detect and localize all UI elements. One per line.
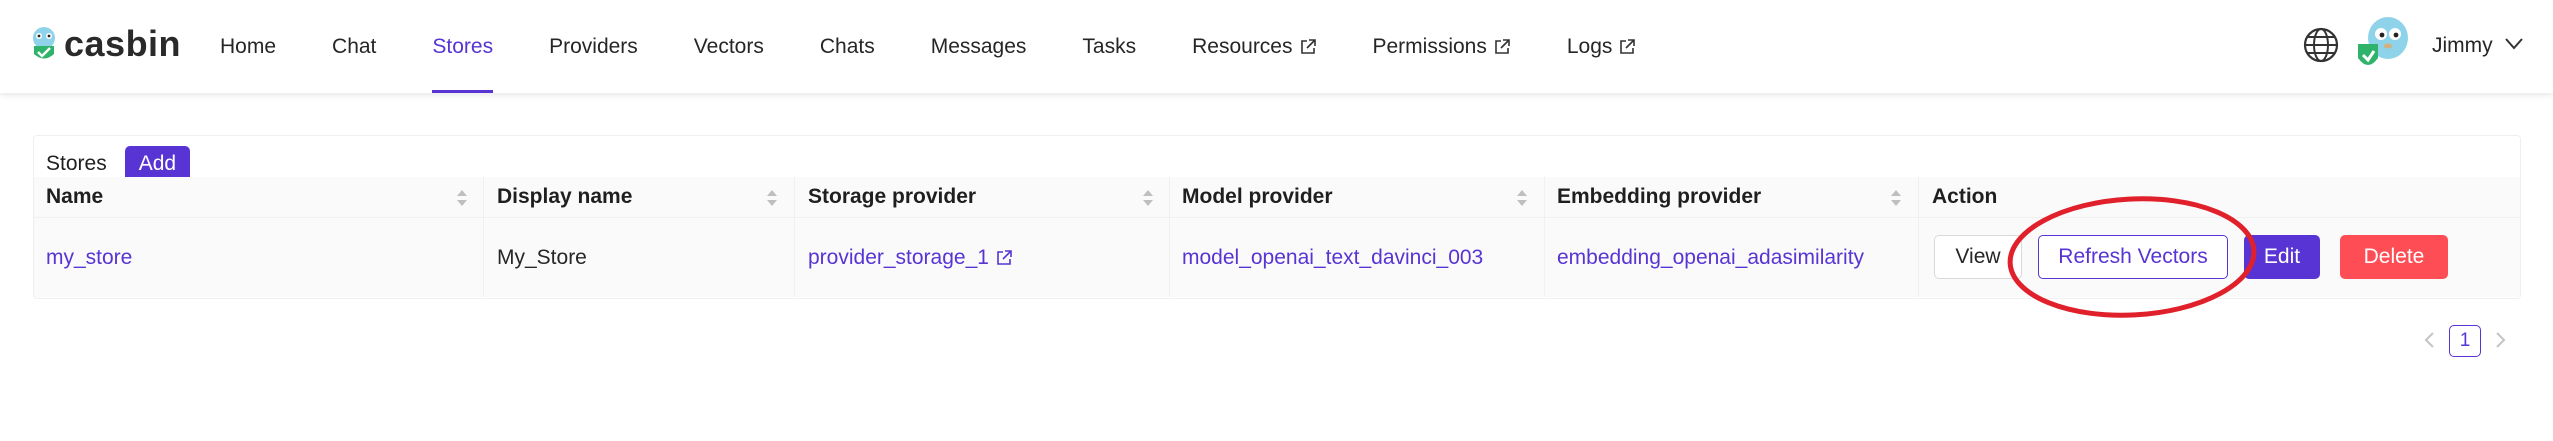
- delete-button[interactable]: Delete: [2340, 235, 2448, 279]
- external-link-icon: [997, 249, 1012, 265]
- casbin-logo-icon: [33, 27, 55, 59]
- column-divider: [483, 177, 484, 217]
- top-header: casbin Home Chat Stores Providers Vector…: [0, 0, 2553, 93]
- col-header-model-provider[interactable]: Model provider: [1182, 177, 1333, 217]
- pagination-page-1[interactable]: 1: [2449, 325, 2481, 357]
- chevron-left-icon[interactable]: [2422, 330, 2438, 350]
- storage-provider-label: provider_storage_1: [808, 245, 989, 269]
- nav-permissions-label: Permissions: [1372, 34, 1487, 58]
- main-nav: Home Chat Stores Providers Vectors Chats…: [220, 0, 1692, 93]
- nav-vectors-label: Vectors: [693, 34, 764, 58]
- nav-chats-label: Chats: [819, 34, 875, 58]
- globe-icon[interactable]: [2302, 26, 2340, 64]
- cell-display-name: My_Store: [497, 245, 587, 269]
- edit-button[interactable]: Edit: [2244, 235, 2320, 279]
- table-title: Stores: [46, 152, 107, 175]
- table-header: Name Display name Storage provider Model…: [34, 177, 2520, 218]
- nav-providers-label: Providers: [549, 34, 638, 58]
- external-link-icon: [1300, 38, 1316, 54]
- column-divider: [483, 218, 484, 297]
- nav-messages[interactable]: Messages: [931, 0, 1027, 93]
- nav-resources-label: Resources: [1192, 34, 1293, 58]
- nav-logs[interactable]: Logs: [1567, 0, 1637, 93]
- cell-storage-provider-link[interactable]: provider_storage_1: [808, 218, 1013, 297]
- chevron-down-icon[interactable]: [2504, 36, 2524, 52]
- column-divider: [1544, 177, 1545, 217]
- cell-embedding-provider-link[interactable]: embedding_openai_adasimilarity: [1557, 218, 1864, 297]
- column-divider: [1918, 218, 1919, 297]
- col-header-name[interactable]: Name: [46, 177, 103, 217]
- nav-logs-label: Logs: [1566, 34, 1613, 58]
- nav-resources[interactable]: Resources: [1192, 0, 1316, 93]
- sort-icon[interactable]: [456, 189, 468, 207]
- nav-home-label: Home: [220, 34, 277, 58]
- nav-home[interactable]: Home: [220, 0, 276, 93]
- col-header-display-name[interactable]: Display name: [497, 177, 632, 217]
- nav-vectors[interactable]: Vectors: [694, 0, 764, 93]
- avatar[interactable]: [2354, 14, 2412, 76]
- external-link-icon: [1495, 38, 1510, 54]
- table-row: my_store My_Store provider_storage_1 mod…: [34, 218, 2520, 297]
- sort-icon[interactable]: [1516, 189, 1528, 207]
- nav-chat[interactable]: Chat: [332, 0, 376, 93]
- nav-tasks[interactable]: Tasks: [1082, 0, 1136, 93]
- nav-messages-label: Messages: [930, 34, 1027, 58]
- col-header-storage-provider[interactable]: Storage provider: [808, 177, 976, 217]
- nav-chat-label: Chat: [332, 34, 377, 58]
- brand-name: casbin: [64, 23, 182, 64]
- column-divider: [1169, 177, 1170, 217]
- cell-name-link[interactable]: my_store: [46, 218, 132, 297]
- sort-icon[interactable]: [766, 189, 778, 207]
- casbin-logo[interactable]: casbin: [26, 20, 181, 68]
- cell-model-provider-link[interactable]: model_openai_text_davinci_003: [1182, 218, 1483, 297]
- column-divider: [1918, 177, 1919, 217]
- chevron-right-icon[interactable]: [2492, 330, 2508, 350]
- refresh-vectors-button[interactable]: Refresh Vectors: [2038, 235, 2228, 279]
- column-divider: [1544, 218, 1545, 297]
- external-link-icon: [1620, 38, 1636, 54]
- view-button[interactable]: View: [1934, 235, 2022, 279]
- nav-permissions[interactable]: Permissions: [1373, 0, 1511, 93]
- column-divider: [1169, 218, 1170, 297]
- nav-chats[interactable]: Chats: [820, 0, 875, 93]
- sort-icon[interactable]: [1890, 189, 1902, 207]
- col-header-action: Action: [1932, 185, 1998, 208]
- col-header-embedding-provider[interactable]: Embedding provider: [1557, 177, 1761, 217]
- sort-icon[interactable]: [1142, 189, 1154, 207]
- nav-stores-label: Stores: [432, 34, 494, 58]
- nav-tasks-label: Tasks: [1082, 34, 1137, 58]
- user-name[interactable]: Jimmy: [2432, 34, 2493, 58]
- column-divider: [794, 177, 795, 217]
- stores-table-card: Stores Add Name Display name Storage pro…: [33, 135, 2521, 299]
- nav-stores[interactable]: Stores: [432, 0, 493, 93]
- column-divider: [794, 218, 795, 297]
- nav-providers[interactable]: Providers: [549, 0, 638, 93]
